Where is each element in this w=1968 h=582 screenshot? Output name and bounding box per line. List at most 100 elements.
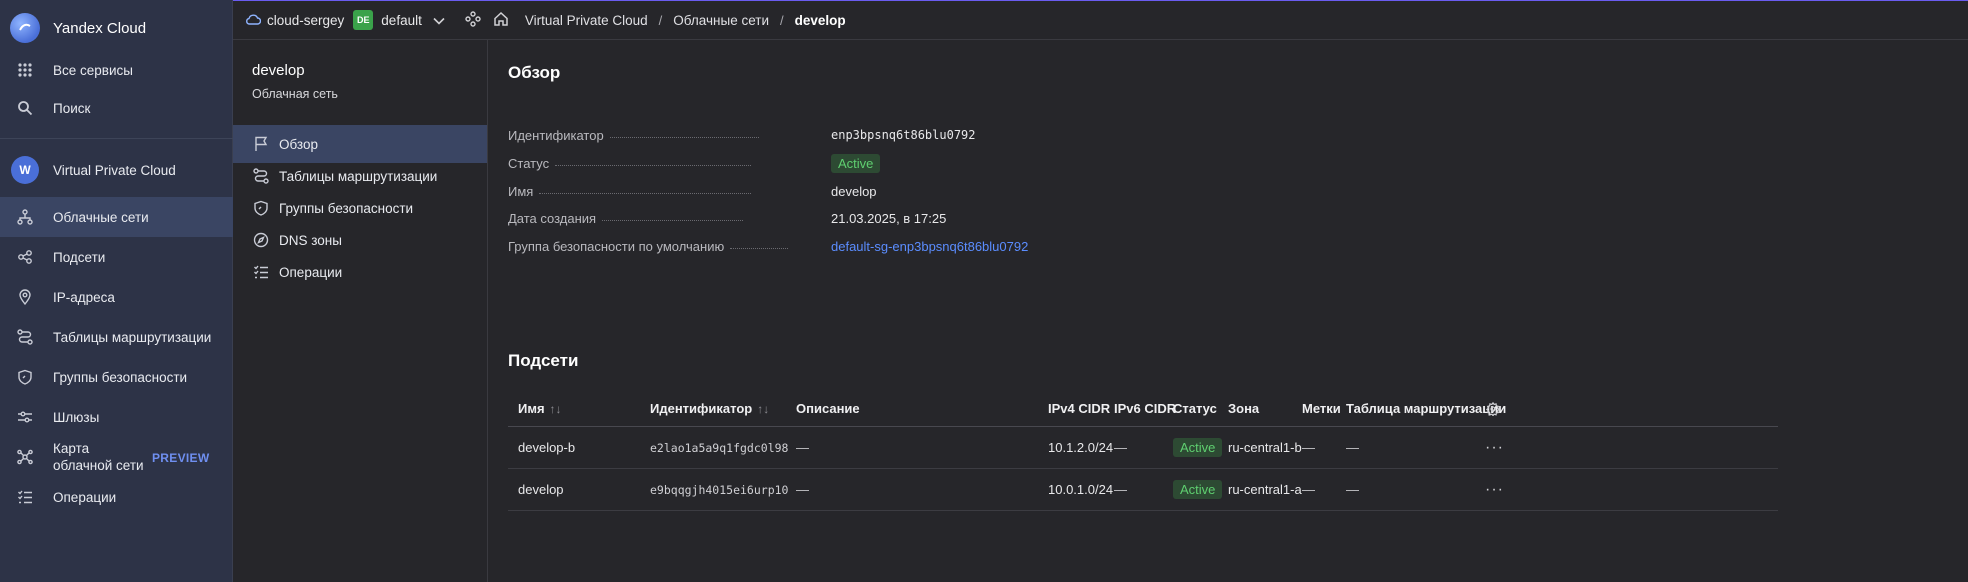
cell-description: — [796, 482, 809, 497]
field-leader [730, 247, 789, 249]
field-key: Статус [508, 155, 550, 171]
preview-badge: PREVIEW [152, 451, 210, 465]
sidebar-divider [0, 138, 233, 139]
yandex-cloud-logo-icon [10, 13, 40, 43]
map-icon [15, 447, 35, 467]
breadcrumb-separator: / [658, 12, 663, 28]
cell-ipv6: — [1114, 440, 1127, 455]
map-label-line2: облачной сети [53, 458, 144, 473]
chevron-down-icon[interactable] [433, 13, 445, 28]
row-menu-icon[interactable]: ··· [1485, 427, 1504, 468]
row-menu-icon[interactable]: ··· [1485, 469, 1504, 510]
sidebar-item-route-tables[interactable]: Таблицы маршрутизации [0, 317, 233, 357]
status-badge: Active [1173, 438, 1223, 457]
sort-icon[interactable]: ↑↓ [550, 402, 562, 416]
tab-label: Операции [279, 264, 343, 280]
table-settings-gear-icon[interactable] [1486, 391, 1500, 426]
field-value: develop [831, 183, 877, 199]
breadcrumb-vpc[interactable]: Virtual Private Cloud [525, 13, 648, 28]
sidebar-item-label: Таблицы маршрутизации [53, 329, 212, 345]
route-icon [252, 168, 270, 184]
sidebar-item-search[interactable]: Поиск [0, 88, 233, 128]
cell-id: e9bqqgjh4015ei6urp10 [650, 482, 789, 497]
table-row[interactable]: develop e9bqqgjh4015ei6urp10 — 10.0.1.0/… [508, 469, 1778, 511]
search-icon [15, 98, 35, 118]
gateway-icon [15, 407, 35, 427]
field-status: Статус Active [508, 153, 1268, 173]
column-description: Описание [796, 401, 860, 416]
subnets-table: Имя ↑↓ Идентификатор ↑↓ Описание IPv4 CIDR… [508, 391, 1778, 511]
field-leader [609, 136, 759, 138]
subnets-heading: Подсети [508, 351, 579, 370]
sidebar-item-subnets[interactable]: Подсети [0, 237, 233, 277]
column-ipv6: IPv6 CIDR [1114, 401, 1177, 416]
cell-route-table: — [1346, 440, 1359, 455]
field-leader [602, 219, 744, 221]
folder-selector[interactable]: default [381, 13, 422, 28]
sidebar-item-map-label: Карта облачной сети [53, 440, 144, 474]
grid-icon [15, 60, 35, 80]
home-icon[interactable] [493, 11, 509, 30]
breadcrumb-current: develop [794, 12, 846, 28]
resource-title: develop [252, 62, 305, 79]
table-row[interactable]: develop-b e2lao1a5a9q1fgdc0l98 — 10.1.2.… [508, 427, 1778, 469]
network-icon [15, 207, 35, 227]
sidebar-service-vpc[interactable]: W Virtual Private Cloud [0, 150, 233, 190]
sidebar-item-all-services[interactable]: Все сервисы [0, 50, 233, 90]
column-label: Имя [518, 401, 545, 416]
sidebar-item-security-groups[interactable]: Группы безопасности [0, 357, 233, 397]
field-key: Группа безопасности по умолчанию [508, 238, 725, 254]
field-value[interactable]: enp3bpsnq6t86blu0792 [831, 128, 976, 142]
field-created: Дата создания 21.03.2025, в 17:25 [508, 208, 1268, 228]
cell-zone: ru-central1-b [1228, 440, 1302, 455]
tab-label: DNS зоны [279, 232, 342, 248]
breadcrumb-cloud-networks[interactable]: Облачные сети [673, 13, 769, 28]
sidebar-item-cloud-networks[interactable]: Облачные сети [0, 197, 233, 237]
field-key: Дата создания [508, 210, 597, 226]
cell-name[interactable]: develop-b [518, 427, 575, 468]
field-name: Имя develop [508, 181, 1268, 201]
sidebar-item-label: IP-адреса [53, 289, 115, 305]
sidebar-item-gateways[interactable]: Шлюзы [0, 397, 233, 437]
sort-icon[interactable]: ↑↓ [757, 402, 769, 416]
route-icon [15, 327, 35, 347]
cloud-selector[interactable]: cloud-sergey [267, 13, 344, 28]
tab-label: Таблицы маршрутизации [279, 168, 438, 184]
dns-icon [252, 232, 270, 248]
sidebar-item-label: Группы безопасности [53, 369, 188, 385]
field-default-sg: Группа безопасности по умолчанию default… [508, 236, 1268, 256]
shield-icon [252, 200, 270, 216]
table-header: Имя ↑↓ Идентификатор ↑↓ Описание IPv4 CIDR… [508, 391, 1778, 427]
brand-name: Yandex Cloud [53, 19, 147, 37]
location-icon [15, 287, 35, 307]
status-badge: Active [1173, 480, 1223, 499]
tab-operations[interactable]: Операции [233, 253, 487, 291]
sidebar-item-operations[interactable]: Операции [0, 477, 233, 517]
tab-label: Группы безопасности [279, 200, 414, 216]
column-name[interactable]: Имя ↑↓ [518, 391, 562, 426]
services-hub-icon[interactable] [465, 10, 481, 30]
cell-zone: ru-central1-a [1228, 482, 1302, 497]
field-id: Идентификатор enp3bpsnq6t86blu0792 [508, 125, 1268, 145]
column-route-table: Таблица маршрутизации [1346, 401, 1507, 416]
resource-panel: develop Облачная сеть Обзор Таблицы марш… [233, 40, 488, 582]
cell-description: — [796, 440, 809, 455]
sidebar-service-label: Virtual Private Cloud [53, 162, 176, 178]
overview-heading: Обзор [508, 63, 561, 82]
sidebar-item-ip-addresses[interactable]: IP-адреса [0, 277, 233, 317]
field-leader [539, 192, 752, 194]
map-label-line1: Карта [53, 441, 90, 456]
default-security-group-link[interactable]: default-sg-enp3bpsnq6t86blu0792 [831, 239, 1028, 254]
cell-name[interactable]: develop [518, 469, 564, 510]
column-id[interactable]: Идентификатор ↑↓ [650, 391, 769, 426]
folder-badge: DE [353, 10, 374, 30]
column-label: Идентификатор [650, 401, 753, 416]
sidebar-item-label: Поиск [53, 100, 91, 116]
cell-labels: — [1302, 440, 1315, 455]
field-key: Имя [508, 183, 534, 199]
brand[interactable]: Yandex Cloud [10, 13, 146, 43]
sidebar-item-label: Операции [53, 489, 117, 505]
top-bar: cloud-sergey DE default Virtual Private … [233, 1, 1968, 40]
field-key: Идентификатор [508, 127, 604, 143]
column-status: Статус [1173, 401, 1217, 416]
